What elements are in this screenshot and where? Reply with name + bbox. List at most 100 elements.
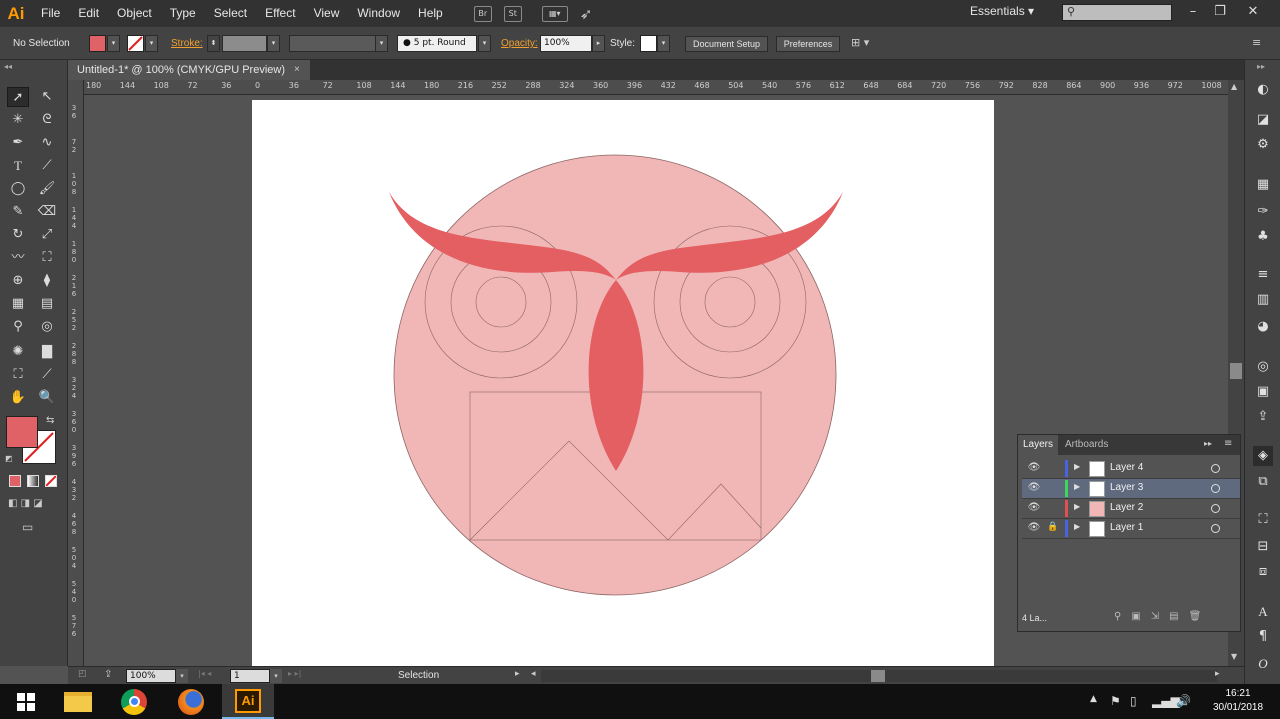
- layer-name[interactable]: Layer 1: [1110, 522, 1143, 533]
- opacity-field[interactable]: 100%: [540, 35, 592, 52]
- bridge-icon[interactable]: Br: [473, 5, 492, 22]
- layer-row[interactable]: 👁 ▶ Layer 4: [1022, 459, 1240, 479]
- symbol-sprayer-tool-icon[interactable]: ✺: [7, 342, 29, 362]
- expand-layer-icon[interactable]: ▶: [1074, 462, 1080, 471]
- layer-row[interactable]: 👁 ▶ Layer 2: [1022, 499, 1240, 519]
- stroke-weight-field[interactable]: [222, 35, 267, 52]
- owl-artwork[interactable]: [252, 100, 994, 666]
- stroke-panel-icon[interactable]: ≡: [1253, 265, 1273, 285]
- document-setup-button[interactable]: Document Setup: [685, 36, 768, 52]
- illustrator-taskbar-button[interactable]: Ai: [222, 684, 274, 719]
- color-guide-icon[interactable]: ◪: [1253, 110, 1273, 130]
- character-panel-icon[interactable]: A: [1253, 602, 1273, 622]
- delete-layer-icon[interactable]: 🗑: [1189, 611, 1212, 622]
- slice-tool-icon[interactable]: ⟋: [36, 365, 58, 385]
- first-artboard-icon[interactable]: |◂ ◂: [198, 669, 211, 678]
- pathfinder-icon[interactable]: ⧈: [1253, 562, 1273, 582]
- artboards-panel-icon[interactable]: ⧉: [1253, 472, 1273, 492]
- menu-select[interactable]: Select: [205, 0, 256, 27]
- free-transform-tool-icon[interactable]: ⛶: [36, 248, 58, 268]
- opacity-dropdown[interactable]: ▸: [592, 35, 605, 52]
- new-sublayer-icon[interactable]: ⇲: [1151, 611, 1169, 622]
- artboard-dropdown[interactable]: ▾: [270, 669, 282, 683]
- gradient-panel-icon[interactable]: ▥: [1253, 290, 1273, 310]
- layer-target-icon[interactable]: [1211, 504, 1220, 513]
- menu-file[interactable]: File: [32, 0, 69, 27]
- style-dropdown[interactable]: ▾: [657, 35, 670, 52]
- stroke-dropdown[interactable]: ▾: [145, 35, 158, 52]
- clipping-mask-icon[interactable]: ▣: [1131, 611, 1150, 622]
- current-tool-status[interactable]: Selection: [398, 670, 439, 681]
- lock-toggle[interactable]: [1047, 502, 1059, 514]
- brush-dropdown[interactable]: ▾: [478, 35, 491, 52]
- layer-row[interactable]: 👁 ▶ Layer 3: [1022, 479, 1240, 499]
- status-menu-arrow-icon[interactable]: ▸: [515, 669, 520, 679]
- fill-swatch[interactable]: [89, 35, 106, 52]
- libraries-icon[interactable]: ⚙: [1253, 135, 1273, 155]
- opacity-label[interactable]: Opacity:: [501, 38, 538, 49]
- magic-wand-tool-icon[interactable]: ✳: [7, 110, 29, 130]
- paintbrush-tool-icon[interactable]: 🖌: [36, 179, 58, 199]
- help-search-input[interactable]: ⚲: [1062, 4, 1172, 21]
- variable-width-profile[interactable]: [289, 35, 377, 52]
- symbols-icon[interactable]: ♣: [1253, 227, 1273, 247]
- expand-layer-icon[interactable]: ▶: [1074, 482, 1080, 491]
- lock-toggle[interactable]: [1047, 462, 1059, 474]
- fill-indicator[interactable]: [6, 416, 38, 448]
- close-window-icon[interactable]: ✕: [1240, 2, 1266, 22]
- feather-icon[interactable]: ➶: [580, 5, 593, 23]
- artboard-number-field[interactable]: 1: [230, 669, 270, 683]
- asset-export-icon[interactable]: ⇪: [1253, 407, 1273, 427]
- new-layer-icon[interactable]: ▤: [1169, 611, 1188, 622]
- panel-menu-icon[interactable]: ≡: [1224, 438, 1232, 449]
- menu-effect[interactable]: Effect: [256, 0, 304, 27]
- tab-layers[interactable]: Layers: [1018, 435, 1059, 455]
- blend-tool-icon[interactable]: ◎: [36, 317, 58, 337]
- gradient-tool-icon[interactable]: ▤: [36, 294, 58, 314]
- lasso-tool-icon[interactable]: ᘓ: [36, 110, 58, 130]
- artboard-tool-icon[interactable]: ⛶: [7, 365, 29, 385]
- chrome-button[interactable]: [108, 684, 160, 719]
- color-panel-icon[interactable]: ◐: [1253, 80, 1273, 100]
- scroll-right-icon[interactable]: ▸: [1215, 669, 1220, 679]
- graphic-styles-icon[interactable]: ▣: [1253, 382, 1273, 402]
- start-button[interactable]: [0, 684, 52, 719]
- visibility-eye-icon[interactable]: 👁: [1027, 521, 1041, 535]
- none-mode-icon[interactable]: [45, 475, 57, 487]
- shape-builder-tool-icon[interactable]: ⊕: [7, 271, 29, 291]
- file-explorer-button[interactable]: [52, 684, 104, 719]
- mesh-tool-icon[interactable]: ▦: [7, 294, 29, 314]
- eraser-tool-icon[interactable]: ⌫: [36, 202, 58, 222]
- swatches-icon[interactable]: ▦: [1253, 175, 1273, 195]
- selection-tool-icon[interactable]: ➚: [7, 87, 29, 107]
- zoom-tool-icon[interactable]: 🔍: [36, 388, 58, 408]
- swap-fill-stroke-icon[interactable]: ⇆: [46, 415, 54, 426]
- line-tool-icon[interactable]: ⟋: [36, 156, 58, 176]
- scale-tool-icon[interactable]: ⤢: [36, 225, 58, 245]
- type-tool-icon[interactable]: T: [7, 156, 29, 176]
- firefox-button[interactable]: [165, 684, 217, 719]
- volume-icon[interactable]: 🔊: [1176, 694, 1191, 708]
- direct-selection-tool-icon[interactable]: ↖: [36, 87, 58, 107]
- vertical-scroll-thumb[interactable]: [1230, 363, 1242, 379]
- preferences-button[interactable]: Preferences: [776, 36, 840, 52]
- curvature-tool-icon[interactable]: ∿: [36, 133, 58, 153]
- expand-layer-icon[interactable]: ▶: [1074, 522, 1080, 531]
- collapse-icon[interactable]: ◂◂: [4, 62, 12, 71]
- share-icon[interactable]: ⇪: [104, 669, 112, 680]
- system-clock[interactable]: 16:21 30/01/2018: [1198, 687, 1278, 715]
- artboard[interactable]: [252, 100, 994, 666]
- visibility-eye-icon[interactable]: 👁: [1027, 461, 1041, 475]
- stock-icon[interactable]: St: [503, 5, 522, 22]
- zoom-dropdown[interactable]: ▾: [176, 669, 188, 683]
- layers-panel-icon[interactable]: ◈: [1253, 446, 1273, 466]
- gradient-mode-icon[interactable]: [27, 475, 39, 487]
- stroke-weight-dropdown[interactable]: ▾: [267, 35, 280, 52]
- control-menu-icon[interactable]: ≡: [1252, 36, 1261, 49]
- lock-toggle[interactable]: [1047, 482, 1059, 494]
- scroll-down-icon[interactable]: ▼: [1231, 652, 1237, 661]
- graphic-style-swatch[interactable]: [640, 35, 657, 52]
- document-tab[interactable]: Untitled-1* @ 100% (CMYK/GPU Preview) ×: [68, 60, 310, 80]
- menu-object[interactable]: Object: [108, 0, 161, 27]
- visibility-eye-icon[interactable]: 👁: [1027, 481, 1041, 495]
